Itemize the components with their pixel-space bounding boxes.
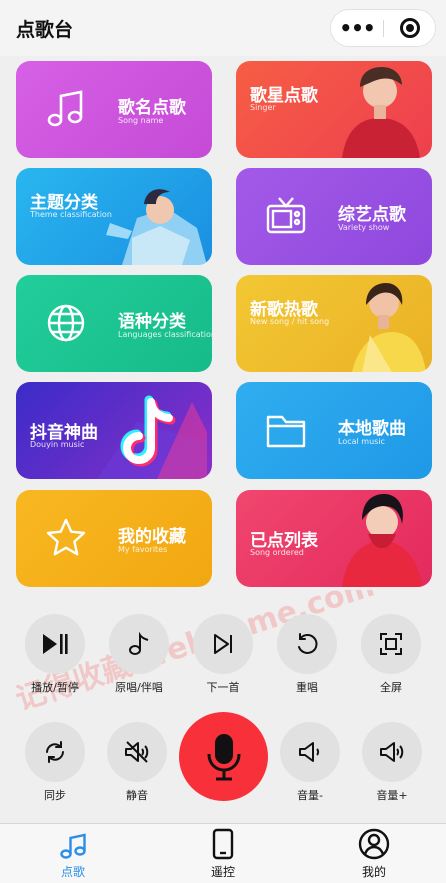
card-ordered[interactable]: 已点列表 Song ordered (236, 490, 432, 587)
sync-button[interactable]: 同步 (13, 722, 97, 803)
volume-down-icon (299, 742, 320, 762)
fullscreen-button[interactable]: 全屏 (349, 614, 433, 695)
control-label: 音量+ (376, 789, 408, 802)
control-label: 全屏 (380, 681, 402, 694)
target-icon[interactable] (384, 10, 436, 46)
tab-bar: 点歌 遥控 我的 (0, 823, 446, 883)
tv-icon (266, 197, 306, 234)
phone-icon (212, 828, 234, 860)
card-subtitle: Variety show (338, 223, 390, 232)
play-pause-icon (43, 634, 68, 654)
replay-button[interactable]: 重唱 (265, 614, 349, 695)
volume-up-button[interactable]: 音量+ (350, 722, 434, 803)
skip-next-icon (214, 634, 232, 654)
header: 点歌台 ••• (0, 0, 446, 56)
tab-label: 我的 (361, 865, 386, 879)
card-subtitle: Local music (338, 437, 385, 446)
music-notes-icon (60, 833, 86, 859)
control-label: 播放/暂停 (31, 681, 79, 694)
card-title: 歌名点歌 (118, 98, 186, 118)
mute-button[interactable]: 静音 (95, 722, 179, 803)
card-subtitle: Languages classification (118, 330, 212, 339)
tab-order-song[interactable]: 点歌 (13, 824, 133, 883)
microphone-button[interactable] (179, 712, 268, 801)
globe-icon (47, 304, 85, 342)
card-douyin[interactable]: 抖音神曲 Douyin music (16, 382, 212, 479)
card-title: 语种分类 (118, 312, 186, 332)
card-local[interactable]: 本地歌曲 Local music (236, 382, 432, 479)
replay-icon (298, 633, 318, 654)
volume-up-icon (380, 742, 404, 762)
control-label: 下一首 (206, 681, 240, 694)
tab-label: 点歌 (60, 865, 85, 879)
card-variety[interactable]: 综艺点歌 Variety show (236, 168, 432, 265)
tiktok-icon (97, 395, 207, 479)
microphone-icon (207, 733, 240, 780)
sync-icon (46, 741, 64, 763)
control-label: 同步 (44, 789, 66, 802)
card-title: 我的收藏 (118, 527, 186, 547)
mini-program-capsule: ••• (330, 9, 436, 47)
card-title: 综艺点歌 (338, 205, 406, 225)
volume-down-button[interactable]: 音量- (268, 722, 352, 803)
music-note-icon (129, 632, 149, 655)
fullscreen-icon (380, 633, 402, 655)
card-subtitle: Singer (250, 103, 276, 112)
card-subtitle: Song ordered (250, 548, 304, 557)
next-button[interactable]: 下一首 (181, 614, 265, 695)
tab-mine[interactable]: 我的 (314, 824, 434, 883)
control-label: 原唱/伴唱 (115, 681, 163, 694)
tab-label: 遥控 (210, 865, 235, 879)
card-new-hot[interactable]: 新歌热歌 New song / hit song (236, 275, 432, 372)
play-pause-button[interactable]: 播放/暂停 (13, 614, 97, 695)
control-label: 音量- (297, 789, 323, 802)
card-subtitle: Song name (118, 116, 164, 125)
theme-photo (106, 189, 207, 265)
tab-remote[interactable]: 遥控 (163, 824, 283, 883)
control-label: 静音 (126, 789, 148, 802)
star-icon (46, 518, 86, 556)
user-icon (358, 828, 390, 860)
card-favorites[interactable]: 我的收藏 My favorites (16, 490, 212, 587)
music-note-icon (47, 90, 83, 127)
card-subtitle: Douyin music (30, 440, 85, 449)
original-accompany-button[interactable]: 原唱/伴唱 (97, 614, 181, 695)
more-dots-icon[interactable]: ••• (331, 10, 383, 46)
card-subtitle: My favorites (118, 545, 168, 554)
page-title: 点歌台 (16, 19, 74, 41)
card-theme[interactable]: 主题分类 Theme classification (16, 168, 212, 265)
card-title: 本地歌曲 (338, 419, 406, 439)
singer-photo (342, 67, 420, 158)
folder-icon (266, 415, 306, 448)
card-language[interactable]: 语种分类 Languages classification (16, 275, 212, 372)
card-subtitle: New song / hit song (250, 317, 330, 326)
card-subtitle: Theme classification (30, 210, 112, 219)
new-hot-photo (352, 283, 426, 372)
control-label: 重唱 (296, 681, 318, 694)
ordered-photo (342, 494, 422, 587)
mute-icon (125, 741, 149, 763)
card-singer[interactable]: 歌星点歌 Singer (236, 61, 432, 158)
card-song-name[interactable]: 歌名点歌 Song name (16, 61, 212, 158)
